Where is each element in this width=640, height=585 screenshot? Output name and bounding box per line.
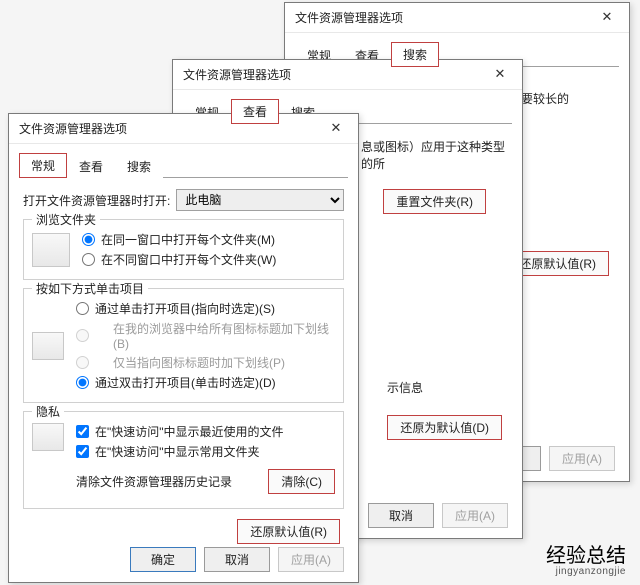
dialog-title: 文件资源管理器选项 bbox=[295, 9, 403, 26]
radio-single-click[interactable]: 通过单击打开项目(指向时选定)(S) bbox=[76, 300, 335, 317]
radio-double-click[interactable]: 通过双击打开项目(单击时选定)(D) bbox=[76, 374, 335, 391]
tab-search[interactable]: 搜索 bbox=[115, 154, 163, 178]
ok-button[interactable]: 确定 bbox=[130, 547, 196, 572]
radio-underline-point: 仅当指向图标标题时加下划线(P) bbox=[76, 354, 335, 371]
chk-show-recent[interactable]: 在"快速访问"中显示最近使用的文件 bbox=[76, 423, 335, 440]
radio-same-window[interactable]: 在同一窗口中打开每个文件夹(M) bbox=[82, 231, 335, 248]
restore-defaults-button[interactable]: 还原为默认值(D) bbox=[387, 415, 502, 440]
click-items-legend: 按如下方式单击项目 bbox=[32, 280, 148, 297]
reset-folders-button[interactable]: 重置文件夹(R) bbox=[383, 189, 486, 214]
open-with-label: 打开文件资源管理器时打开: bbox=[23, 192, 170, 209]
watermark: 经验总结 jingyanzongjie bbox=[546, 546, 626, 578]
tab-view[interactable]: 查看 bbox=[67, 154, 115, 178]
dialog-title: 文件资源管理器选项 bbox=[19, 120, 127, 137]
open-with-select[interactable]: 此电脑 bbox=[176, 189, 344, 211]
tab-search[interactable]: 搜索 bbox=[391, 42, 439, 67]
close-icon[interactable]: ✕ bbox=[318, 118, 354, 140]
text-fragment: 示信息 bbox=[387, 381, 423, 395]
close-icon[interactable]: ✕ bbox=[589, 7, 625, 29]
cursor-icon bbox=[32, 332, 64, 360]
radio-underline-all: 在我的浏览器中给所有图标标题加下划线(B) bbox=[76, 320, 335, 351]
text-fragment: 息或图标）应用于这种类型的所 bbox=[361, 140, 505, 171]
apply-button[interactable]: 应用(A) bbox=[278, 547, 344, 572]
apply-button[interactable]: 应用(A) bbox=[549, 446, 615, 471]
dialog-title: 文件资源管理器选项 bbox=[183, 66, 291, 83]
close-icon[interactable]: ✕ bbox=[482, 64, 518, 86]
tab-view[interactable]: 查看 bbox=[231, 99, 279, 124]
apply-button[interactable]: 应用(A) bbox=[442, 503, 508, 528]
clear-button[interactable]: 清除(C) bbox=[268, 469, 335, 494]
privacy-icon bbox=[32, 423, 64, 451]
privacy-legend: 隐私 bbox=[32, 403, 64, 420]
tab-general[interactable]: 常规 bbox=[19, 153, 67, 178]
chk-show-frequent[interactable]: 在"快速访问"中显示常用文件夹 bbox=[76, 443, 335, 460]
folder-window-icon bbox=[32, 233, 70, 267]
browse-folders-legend: 浏览文件夹 bbox=[32, 211, 100, 228]
clear-history-label: 清除文件资源管理器历史记录 bbox=[76, 473, 232, 490]
cancel-button[interactable]: 取消 bbox=[204, 547, 270, 572]
cancel-button[interactable]: 取消 bbox=[368, 503, 434, 528]
radio-new-window[interactable]: 在不同窗口中打开每个文件夹(W) bbox=[82, 251, 335, 268]
